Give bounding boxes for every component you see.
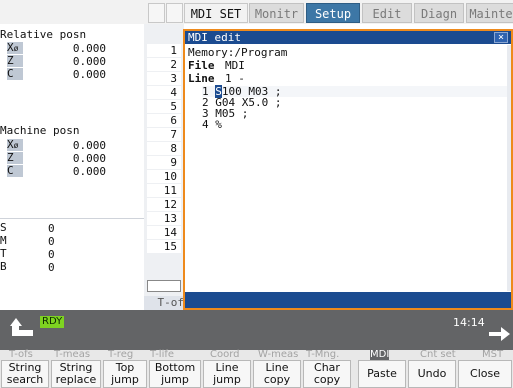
relative-z-value: 0.000 [72, 55, 106, 68]
modal-m-value: 0 [48, 235, 55, 248]
ready-indicator: RDY [40, 316, 65, 328]
line-number: 15 [147, 240, 181, 253]
dialog-title: MDI edit [188, 31, 241, 44]
clock: 14:14 [453, 316, 485, 329]
modal-t-value: 0 [48, 248, 55, 261]
scrollbar[interactable] [507, 45, 511, 291]
modal-m-label: M [0, 235, 16, 247]
status-bar: RDY 14:14 [0, 310, 513, 350]
divider [0, 218, 144, 219]
modal-s-value: 0 [48, 222, 55, 235]
machine-z-value: 0.000 [72, 152, 106, 165]
empty-tab-slot [148, 3, 165, 23]
dialog-input-bar[interactable] [185, 292, 511, 308]
fn-key-workpiece-measure[interactable]: W-meas [258, 350, 298, 360]
tab-mdi-set[interactable]: MDI SET [184, 3, 248, 23]
tab-setup[interactable]: Setup [306, 3, 360, 23]
position-panel: Relative posn Xø 0.000 Z 0.000 C 0.000 M… [0, 24, 144, 310]
input-field[interactable] [147, 280, 181, 292]
line-number: 13 [147, 212, 181, 225]
machine-c-value: 0.000 [72, 165, 106, 178]
line-number: 7 [147, 128, 181, 141]
tab-edit[interactable]: Edit [362, 3, 412, 23]
fn-key-counter-set[interactable]: Cnt set [420, 350, 456, 360]
dialog-title-bar: MDI edit × [185, 31, 511, 44]
line-number-column: 1 2 3 4 5 6 7 8 9 10 11 12 13 14 15 T-of [144, 24, 184, 310]
fn-key-tool-measure[interactable]: T-meas [54, 350, 90, 360]
empty-tab-slot [166, 3, 183, 23]
file-label: File [188, 59, 215, 72]
machine-position-title: Machine posn [0, 124, 80, 137]
return-arrow-icon[interactable] [9, 316, 35, 338]
line-number: 4 [147, 86, 181, 99]
line-number: 1 [147, 44, 181, 57]
tab-monitor[interactable]: Monitr [249, 3, 304, 23]
program-line[interactable]: 4 % [202, 119, 222, 131]
tab-tool-offset[interactable]: T-of [144, 296, 184, 310]
modal-t-label: T [0, 248, 16, 260]
fn-key-tool-register[interactable]: T-reg [108, 350, 133, 360]
line-value: 1 - [225, 72, 245, 85]
close-button[interactable]: Close [458, 360, 512, 388]
tab-maintenance[interactable]: Mainte [466, 3, 513, 23]
line-number: 10 [147, 170, 181, 183]
fn-key-mdi[interactable]: MDI [370, 350, 390, 360]
file-value: MDI [225, 59, 245, 72]
line-number: 12 [147, 198, 181, 211]
fn-key-tool-management[interactable]: T-Mng. [306, 350, 339, 360]
top-jump-button[interactable]: Top jump [103, 360, 147, 388]
fn-key-mst[interactable]: MST [482, 350, 503, 360]
undo-button[interactable]: Undo [408, 360, 456, 388]
line-number: 3 [147, 72, 181, 85]
machine-x-value: 0.000 [72, 139, 106, 152]
line-number: 14 [147, 226, 181, 239]
line-number: 11 [147, 184, 181, 197]
line-jump-button[interactable]: Line jump [203, 360, 251, 388]
bottom-jump-button[interactable]: Bottom jump [149, 360, 201, 388]
string-search-button[interactable]: String search [1, 360, 49, 388]
tab-diagnosis[interactable]: Diagn [414, 3, 464, 23]
string-replace-button[interactable]: String replace [51, 360, 101, 388]
paste-button[interactable]: Paste [358, 360, 406, 388]
line-number: 9 [147, 156, 181, 169]
fn-key-tool-offset[interactable]: T-ofs [9, 350, 33, 360]
line-number: 5 [147, 100, 181, 113]
modal-s-label: S [0, 222, 16, 234]
line-number: 8 [147, 142, 181, 155]
next-arrow-icon[interactable] [487, 325, 511, 343]
line-label: Line [188, 72, 215, 85]
fn-key-tool-life[interactable]: T-life [150, 350, 174, 360]
char-copy-button[interactable]: Char copy [303, 360, 351, 388]
relative-x-value: 0.000 [72, 42, 106, 55]
mdi-edit-dialog: MDI edit × Memory:/Program File MDI Line… [183, 29, 513, 310]
line-copy-button[interactable]: Line copy [253, 360, 301, 388]
top-tab-bar: MDI SET Monitr Setup Edit Diagn Mainte [0, 0, 513, 24]
line-number: 2 [147, 58, 181, 71]
relative-position-title: Relative posn [0, 28, 87, 41]
relative-c-value: 0.000 [72, 68, 106, 81]
fn-key-coordinates[interactable]: Coord [210, 350, 240, 360]
modal-b-label: B [0, 261, 16, 273]
close-icon[interactable]: × [494, 32, 508, 43]
memory-path: Memory:/Program [188, 46, 288, 59]
line-number: 6 [147, 114, 181, 127]
modal-b-value: 0 [48, 261, 55, 274]
